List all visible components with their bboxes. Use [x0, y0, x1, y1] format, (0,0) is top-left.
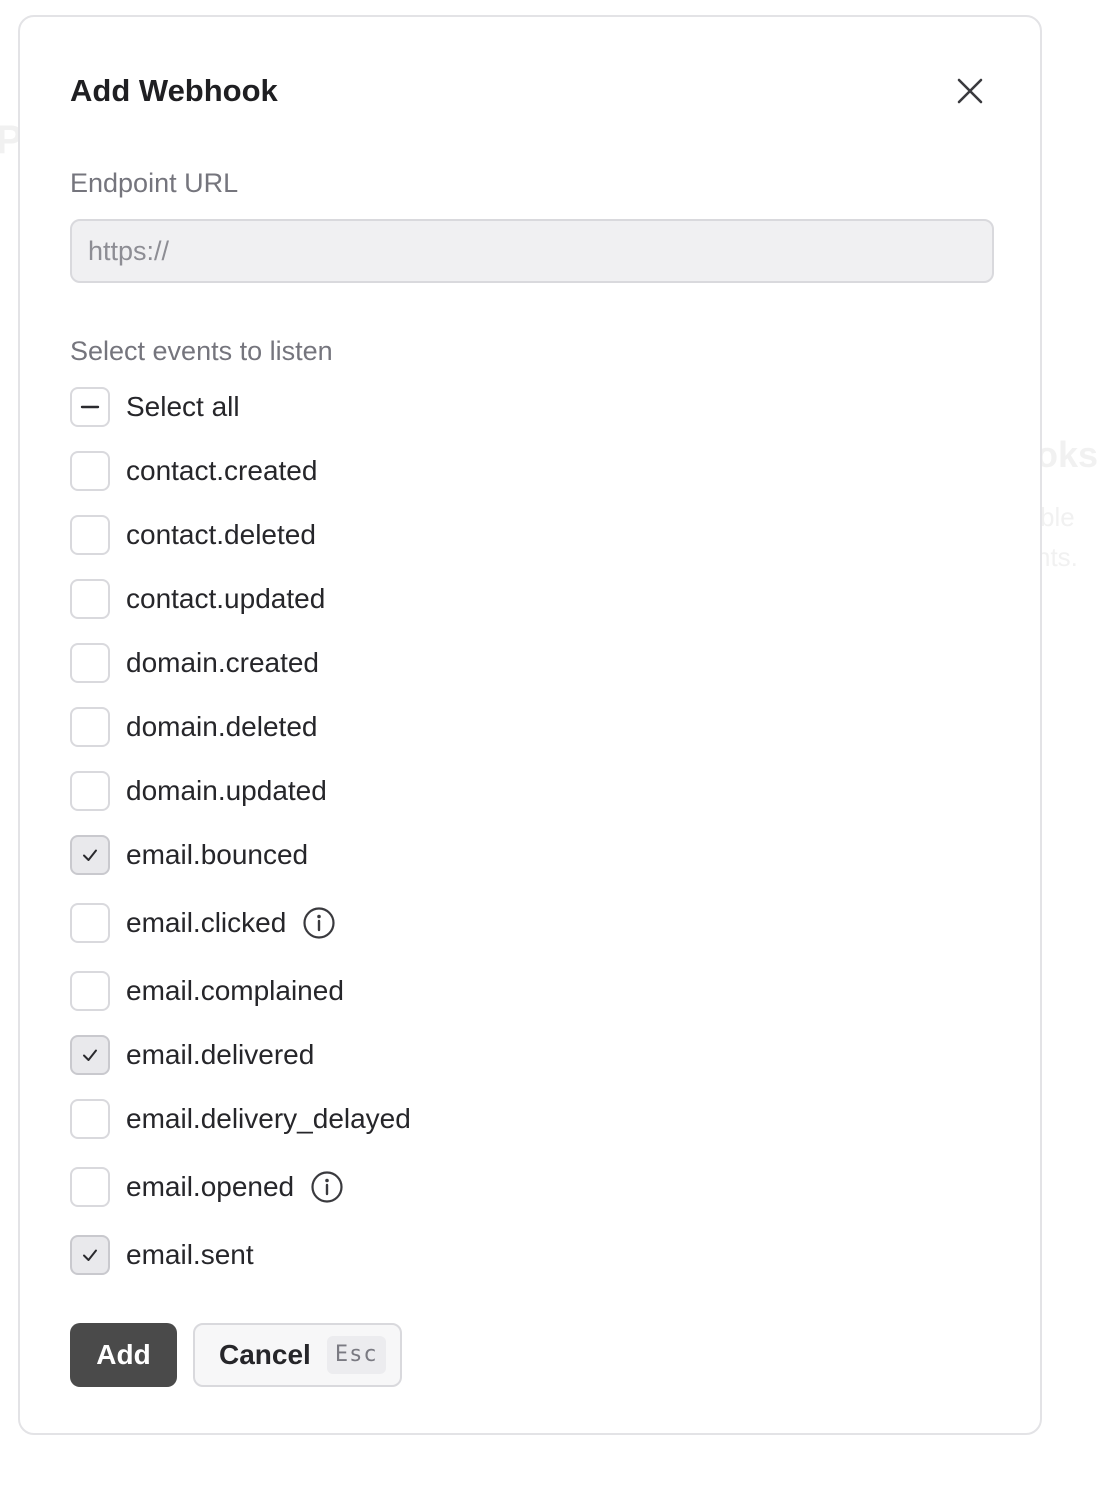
background-fragment: ble: [1040, 502, 1075, 532]
select-all-label: Select all: [126, 391, 240, 422]
endpoint-url-input[interactable]: [70, 219, 994, 283]
event-option-email-complained[interactable]: email.complained: [70, 971, 344, 1011]
checkbox[interactable]: [70, 1099, 110, 1139]
event-label: email.delivered: [126, 1039, 315, 1070]
event-label: domain.created: [126, 647, 320, 678]
add-button[interactable]: Add: [70, 1323, 177, 1387]
event-option-contact-created[interactable]: contact.created: [70, 451, 317, 491]
events-section-label: Select events to listen: [70, 336, 333, 366]
event-label: email.complained: [126, 975, 344, 1006]
check-icon: [83, 849, 97, 861]
background-fragment: oks: [1036, 434, 1099, 475]
info-icon[interactable]: [310, 1170, 344, 1204]
checkbox-checked[interactable]: [70, 835, 110, 875]
event-option-email-bounced[interactable]: email.bounced: [70, 835, 308, 875]
event-option-domain-updated[interactable]: domain.updated: [70, 771, 327, 811]
event-label: email.bounced: [126, 839, 309, 870]
select-all-checkbox[interactable]: Select all: [70, 387, 240, 427]
event-label: contact.deleted: [126, 519, 316, 550]
event-option-domain-deleted[interactable]: domain.deleted: [70, 707, 317, 747]
checkbox[interactable]: [70, 515, 110, 555]
event-label: email.opened: [126, 1171, 295, 1202]
event-label: contact.updated: [126, 583, 326, 614]
dialog-title: Add Webhook: [70, 73, 278, 108]
close-button[interactable]: [950, 73, 990, 109]
checkbox[interactable]: [70, 451, 110, 491]
checkbox[interactable]: [70, 903, 110, 943]
event-label: domain.updated: [126, 775, 327, 806]
event-option-email-clicked[interactable]: email.clicked: [70, 903, 336, 943]
event-option-email-sent[interactable]: email.sent: [70, 1235, 254, 1275]
add-webhook-dialog: Add Webhook Endpoint URL Select events t…: [18, 15, 1042, 1435]
checkbox[interactable]: [70, 707, 110, 747]
checkbox[interactable]: [70, 771, 110, 811]
event-option-email-delivery-delayed[interactable]: email.delivery_delayed: [70, 1099, 411, 1139]
background-fragment: nts.: [1036, 542, 1078, 572]
close-icon: [957, 78, 983, 104]
cancel-button-label: Cancel: [219, 1339, 311, 1370]
event-option-contact-deleted[interactable]: contact.deleted: [70, 515, 316, 555]
checkbox[interactable]: [70, 1167, 110, 1207]
checkbox[interactable]: [70, 643, 110, 683]
event-label: domain.deleted: [126, 711, 318, 742]
checkbox-checked[interactable]: [70, 1235, 110, 1275]
cancel-button[interactable]: Cancel Esc: [193, 1323, 402, 1387]
minus-icon: [80, 405, 100, 409]
event-option-email-opened[interactable]: email.opened: [70, 1167, 344, 1207]
escape-shortcut-hint: Esc: [326, 1336, 386, 1374]
event-label: email.sent: [126, 1239, 254, 1270]
endpoint-url-label: Endpoint URL: [70, 168, 239, 198]
check-icon: [83, 1049, 97, 1061]
checkbox[interactable]: [70, 579, 110, 619]
event-option-email-delivered[interactable]: email.delivered: [70, 1035, 314, 1075]
event-option-contact-updated[interactable]: contact.updated: [70, 579, 325, 619]
checkbox-checked[interactable]: [70, 1035, 110, 1075]
event-label: contact.created: [126, 455, 318, 486]
event-label: email.clicked: [126, 907, 287, 938]
check-icon: [83, 1249, 97, 1261]
event-option-domain-created[interactable]: domain.created: [70, 643, 319, 683]
checkbox-indeterminate[interactable]: [70, 387, 110, 427]
event-label: email.delivery_delayed: [126, 1103, 411, 1134]
info-icon[interactable]: [302, 906, 336, 940]
checkbox[interactable]: [70, 971, 110, 1011]
